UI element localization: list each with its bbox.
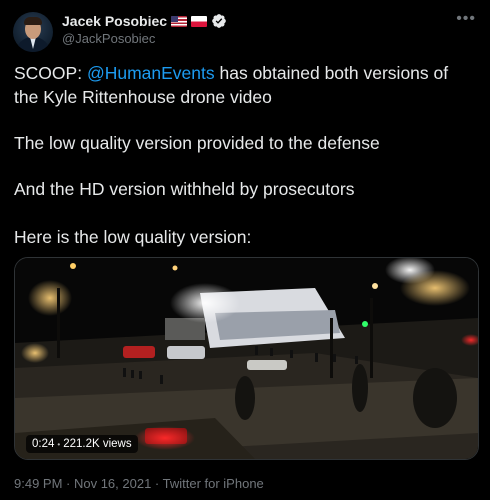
tweet-text-line: the Kyle Rittenhouse drone video [14,87,272,107]
badge-separator: • [57,439,61,449]
author-name-row: Jacek Posobiec [62,12,227,30]
video-player[interactable]: 0:24 • 221.2K views [14,257,479,460]
verified-badge-icon [212,14,226,28]
video-stats-badge: 0:24 • 221.2K views [26,435,138,453]
tweet-text-paragraph-4: Here is the low quality version: [14,227,252,247]
display-name[interactable]: Jacek Posobiec [62,13,167,29]
us-flag-icon [171,15,188,27]
video-time: 0:24 [32,438,55,450]
poland-flag-icon [191,15,208,27]
more-options-icon[interactable]: ••• [456,10,476,28]
tweet: Jacek Posobiec @JackPosobiec ••• SCOOP: … [0,0,490,500]
tweet-text-prefix: SCOOP: [14,63,87,83]
tweet-text-paragraph-1: SCOOP: @HumanEvents has obtained both ve… [14,61,484,109]
avatar[interactable] [13,12,53,52]
mention-link[interactable]: @HumanEvents [87,63,215,83]
video-frame [15,258,478,459]
video-views: 221.2K views [63,438,132,450]
author-handle[interactable]: @JackPosobiec [62,31,155,46]
tweet-text-paragraph-2: The low quality version provided to the … [14,133,380,153]
tweet-text-paragraph-3: And the HD version withheld by prosecuto… [14,179,355,199]
tweet-text-suffix: has obtained both versions of [214,63,449,83]
tweet-timestamp[interactable]: 9:49 PM · Nov 16, 2021 · Twitter for iPh… [14,476,264,491]
